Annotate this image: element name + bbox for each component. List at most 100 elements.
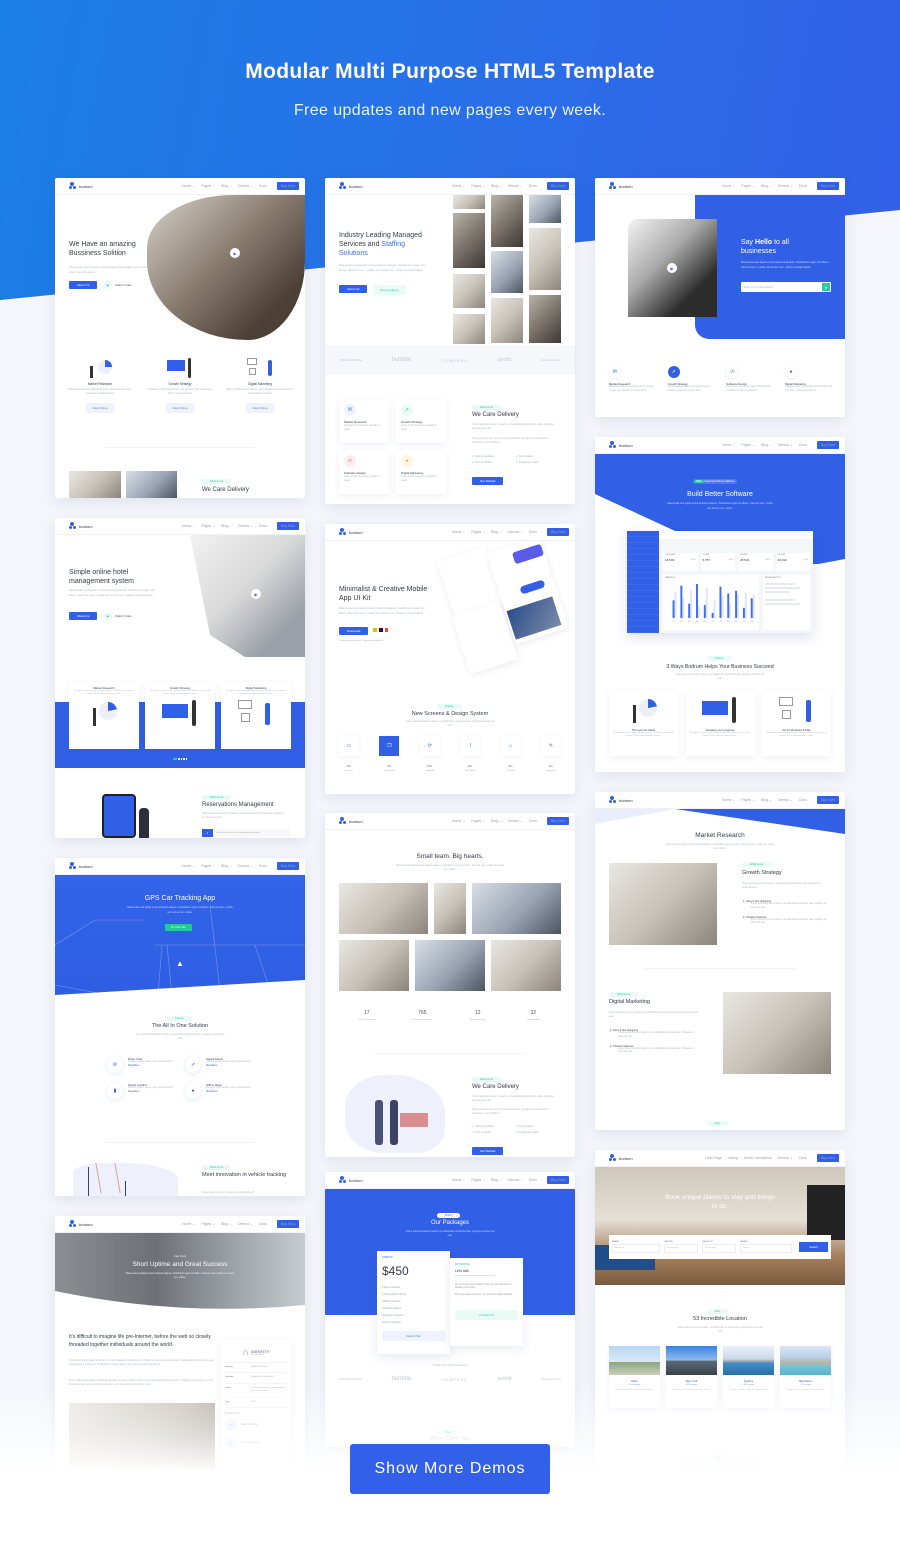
chart-bar-secondary [682,597,685,618]
stat-card: ORDERS 5,757 - 2.06% [700,553,735,571]
plan-feature: Online monitoring [382,1321,401,1324]
chart-bar-secondary [674,591,677,618]
map-grid [55,904,305,995]
feature-card: Digital Marketing Quisque at arcu at tur… [221,682,291,749]
refresh-icon: ⟳ [419,736,440,756]
check-item: ✓ Tech support [516,455,534,458]
carousel-dots[interactable] [173,758,187,760]
search-form: WHERE Anywhere CHECK IN dd mm yyyy CHECK O… [609,1235,831,1259]
product-item: ▭ Video Marketing [225,1419,287,1432]
info-row: Location Melbourne Victoria, AU [225,1373,287,1384]
show-more-demos-button[interactable]: Show More Demos [350,1444,550,1494]
watch-video-link: ▶ Watch Video [104,281,132,289]
about-button: About Us [69,612,98,620]
feature-grid: ✉ Driver Chat Fusce eu varius augue, eget … [107,1057,257,1099]
numbered-item: 1 Easy & fast designing Fusce placerat pr… [609,1029,694,1038]
section-title: We Care Delivery [202,487,249,493]
checklist: ✓ Lifetime updates ✓ Tech support ✓ Tons… [472,455,560,464]
street-illustration [73,1163,178,1196]
stat-delta: - 2.06% [727,559,734,561]
hero-title: Build Better Software [687,491,753,498]
video-icon: ▭ [225,1419,237,1432]
hero-title: Book unique places to stay and things to… [665,1194,775,1210]
stat-value: 10+ [548,765,554,768]
chart-x-tick: Oct [743,620,746,623]
article-lead: It's difficult to imagine life pre-Inter… [69,1334,211,1348]
info-key: Type [225,1400,230,1403]
demo-card-uikit[interactable]: bodrum Home ⌄ Pages ⌄ Blog ⌄ Demos ⌄ Docs Buy… [325,524,575,794]
info-key: Goals [225,1386,231,1389]
demo-nav: bodrum Home ⌄ Pages ⌄ Blog ⌄ Demos ⌄ Docs Buy… [325,524,575,541]
chart-x-tick: Apr [696,620,699,623]
city-count: 45 Listings [629,1384,640,1386]
globe-icon: ● [185,1083,201,1099]
growth-strategy-illustration [162,699,198,726]
demo-card-listing[interactable]: bodrum Help Page Listing Article Descripti… [595,1150,845,1480]
feature-card: Growth Strategy Quisque at arcu at turpi… [145,682,215,749]
stat-item: ⌂ 20+ Concept [500,736,521,772]
demo-card-hotel[interactable]: bodrum Home ⌄ Pages ⌄ Blog ⌄ Demos ⌄ Docs Buy… [55,518,305,838]
hero-text: We design and develop mobile apps that d… [69,265,154,274]
team-photo-2 [126,471,177,498]
chart-bar-primary [742,607,745,618]
feature-item: Digital Marketing Etiam tincidunt vehicu… [225,358,295,414]
chart-x-tick: Jun [711,621,714,623]
section-pill: What we do [472,405,502,410]
feature-card: Visualize your progress Quisque at arcu … [685,690,755,756]
select-plan-button: Select Plan [382,1331,445,1341]
divider [375,1053,525,1054]
info-key: Industry [225,1366,233,1368]
contact-us-button: Contact Us [455,1309,518,1320]
stat-value: 60+ [346,765,352,768]
chart-x-tick: Jul [719,621,722,623]
demo-card-business[interactable]: bodrum Home ⌄ Pages ⌄ Blog ⌄ Demos ⌄ Docs Buy… [55,178,305,498]
logo-icon [339,817,346,825]
hero-title: Industry Leading Managed Services and St… [339,232,422,257]
city-count: 72 Listings [800,1384,811,1386]
demo-card-software[interactable]: bodrum Home ⌄ Pages ⌄ Blog ⌄ Demos ⌄ Docs Buy… [595,437,845,772]
chart-bar-secondary [729,604,732,618]
logo-icon [339,182,346,190]
feature-item: ● Digital Marketing Quisque ac est non tur… [784,366,833,393]
section-title: 3 Ways Bodrum Helps Your Business Succee… [666,664,774,670]
feature-list: Market Research Quisque at arcu at turpi… [69,682,291,749]
photo-grid [453,195,563,345]
logo-icon [69,862,76,870]
partner-logos: SQUARESPACE bumble COMPASS unfold Survey… [339,1376,561,1382]
stat-label: Symbols [425,770,434,772]
laptop-icon: ⌂ [500,736,521,756]
city-name: New York [685,1379,698,1383]
divider [105,447,255,448]
globe-icon: ● [401,455,413,467]
brand-logo: bodrum [339,528,363,536]
stat-value: 765 [418,1010,427,1016]
plan-features: 5 team members 2 Clients and Products Gith… [382,1284,445,1326]
chart-bar-primary [688,603,691,618]
logo-icon [609,182,616,190]
hero-title: GPS Car Tracking App [144,895,216,902]
chart-bar-secondary [705,588,708,618]
stat-label: Categories [384,770,395,772]
rocket-icon: ➚ [185,1057,201,1073]
demo-card-packages[interactable]: bodrum Home ⌄ Pages ⌄ Blog ⌄ Demos ⌄ Docs Buy… [325,1172,575,1447]
brand-logo: bodrum [69,862,93,870]
demo-nav: bodrum Home ⌄ Pages ⌄ Blog ⌄ Demos ⌄ Docs Buy… [55,178,305,195]
demo-card-staffing[interactable]: bodrum Home ⌄ Pages ⌄ Blog ⌄ Demos ⌄ Docs Buy… [325,178,575,504]
git-status-illustration [629,697,659,723]
demo-card-marketing[interactable]: bodrum Home ⌄ Pages ⌄ Blog ⌄ Demos ⌄ Docs Buy… [595,178,845,417]
stat-item: ✎ 10+ Styleguide [540,736,561,772]
chart-bar-primary [696,584,698,618]
team-photo [491,940,561,991]
logo-icon [69,182,76,190]
team-photo [339,940,409,991]
demo-card-casestudy[interactable]: bodrum Home ⌄ Pages ⌄ Blog ⌄ Demos ⌄ Docs Buy… [55,1216,305,1480]
demo-card-team[interactable]: bodrum Home ⌄ Pages ⌄ Blog ⌄ Demos ⌄ Docs Buy… [325,813,575,1157]
check-item: ✓ Tech support [516,1125,534,1128]
brand-logo: bodrum [339,1176,363,1184]
demo-card-gps[interactable]: bodrum Home ⌄ Pages ⌄ Blog ⌄ Demos ⌄ Docs Buy… [55,858,305,1196]
search-button: Search [799,1242,828,1252]
stat-label: Expert Staff [527,1019,539,1021]
city-name: Barcelona [799,1379,812,1383]
dashboard-sidebar [627,531,659,633]
demo-card-research[interactable]: bodrum Home ⌄ Pages ⌄ Blog ⌄ Demos ⌄ Docs Buy… [595,792,845,1130]
